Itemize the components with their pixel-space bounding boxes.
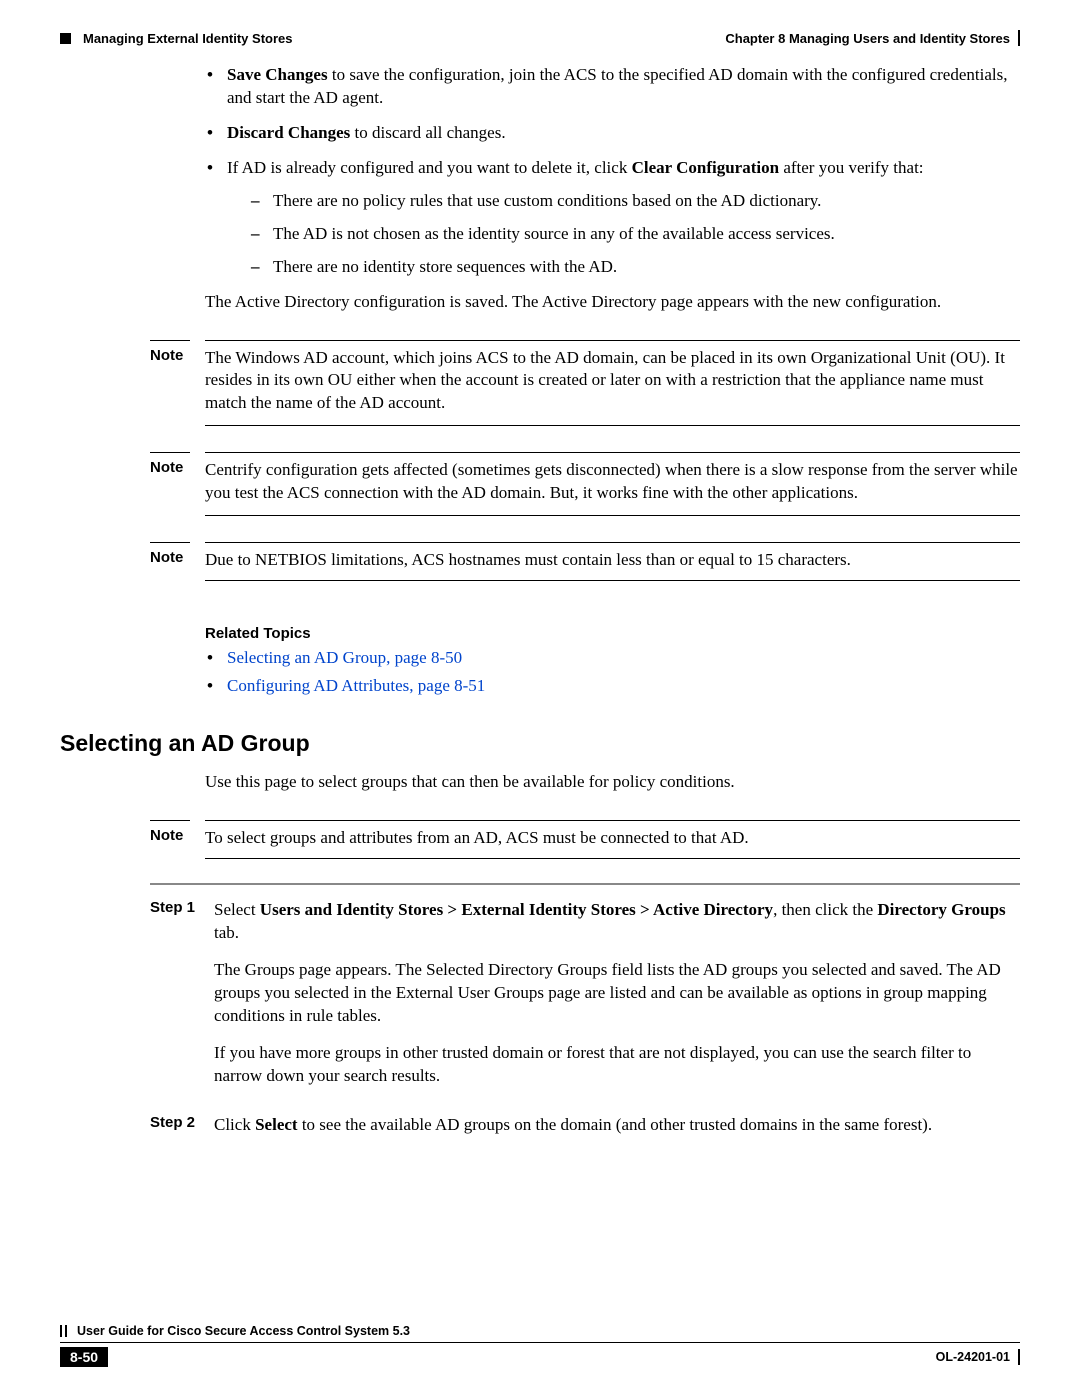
note-4: Note To select groups and attributes fro…	[150, 820, 1020, 859]
note-4-label-col: Note	[150, 820, 205, 859]
note-1-body: The Windows AD account, which joins ACS …	[205, 340, 1020, 427]
bullet-discard-rest: to discard all changes.	[350, 123, 505, 142]
main-content: Save Changes to save the configuration, …	[205, 64, 1020, 314]
s1-pre: Select	[214, 900, 260, 919]
s1-bold1: Users and Identity Stores > External Ide…	[260, 900, 773, 919]
note-3: Note Due to NETBIOS limitations, ACS hos…	[150, 542, 1020, 581]
step-2-label: Step 2	[150, 1114, 214, 1151]
s1-post: tab.	[214, 923, 239, 942]
footer-bar-icon	[1018, 1349, 1020, 1365]
step-1: Step 1 Select Users and Identity Stores …	[150, 899, 1020, 1102]
step-2: Step 2 Click Select to see the available…	[150, 1114, 1020, 1151]
section-body: Use this page to select groups that can …	[205, 771, 1020, 794]
bullet-clear-bold: Clear Configuration	[632, 158, 780, 177]
note-2-body: Centrify configuration gets affected (so…	[205, 452, 1020, 516]
note-1-label-col: Note	[150, 340, 205, 427]
s2-pre: Click	[214, 1115, 255, 1134]
step-1-label: Step 1	[150, 899, 214, 1102]
section-title: Selecting an AD Group	[60, 730, 1020, 757]
bullet-save: Save Changes to save the configuration, …	[205, 64, 1020, 110]
page-number: 8-50	[60, 1347, 108, 1367]
bullet-save-bold: Save Changes	[227, 65, 328, 84]
bullet-clear: If AD is already configured and you want…	[205, 157, 1020, 279]
s2-bold: Select	[255, 1115, 297, 1134]
step-1-p2: The Groups page appears. The Selected Di…	[214, 959, 1020, 1028]
clear-sublist: There are no policy rules that use custo…	[251, 190, 1020, 279]
s1-bold2: Directory Groups	[877, 900, 1005, 919]
header-right: Chapter 8 Managing Users and Identity St…	[725, 30, 1020, 46]
related-block: Related Topics Selecting an AD Group, pa…	[205, 625, 1020, 696]
related-link-2-item: Configuring AD Attributes, page 8-51	[205, 676, 1020, 696]
header-chapter: Chapter 8 Managing Users and Identity St…	[725, 31, 1010, 46]
bullet-discard: Discard Changes to discard all changes.	[205, 122, 1020, 145]
step-2-body: Click Select to see the available AD gro…	[214, 1114, 1020, 1151]
note-2: Note Centrify configuration gets affecte…	[150, 452, 1020, 516]
bullet-discard-bold: Discard Changes	[227, 123, 350, 142]
note-3-body: Due to NETBIOS limitations, ACS hostname…	[205, 542, 1020, 581]
s2-post: to see the available AD groups on the do…	[298, 1115, 933, 1134]
step-1-p3: If you have more groups in other trusted…	[214, 1042, 1020, 1088]
step-1-body: Select Users and Identity Stores > Exter…	[214, 899, 1020, 1102]
bullet-save-rest: to save the configuration, join the ACS …	[227, 65, 1007, 107]
sub-3: There are no identity store sequences wi…	[251, 256, 1020, 279]
footer-doc: OL-24201-01	[936, 1350, 1010, 1364]
page-footer: User Guide for Cisco Secure Access Contr…	[60, 1324, 1020, 1367]
section-intro: Use this page to select groups that can …	[205, 771, 1020, 794]
footer-guide: User Guide for Cisco Secure Access Contr…	[77, 1324, 410, 1338]
para-saved: The Active Directory configuration is sa…	[205, 291, 1020, 314]
footer-line2: 8-50 OL-24201-01	[60, 1343, 1020, 1367]
step-1-p1: Select Users and Identity Stores > Exter…	[214, 899, 1020, 945]
note-1: Note The Windows AD account, which joins…	[150, 340, 1020, 427]
note-2-label: Note	[150, 452, 190, 476]
related-links: Selecting an AD Group, page 8-50 Configu…	[205, 648, 1020, 696]
sub-2: The AD is not chosen as the identity sou…	[251, 223, 1020, 246]
note-2-label-col: Note	[150, 452, 205, 516]
header-bar-icon	[1018, 30, 1020, 46]
related-link-2[interactable]: Configuring AD Attributes, page 8-51	[227, 676, 485, 695]
s1-mid: , then click the	[773, 900, 877, 919]
bullet-clear-post: after you verify that:	[779, 158, 923, 177]
step-2-p1: Click Select to see the available AD gro…	[214, 1114, 1020, 1137]
header-left: Managing External Identity Stores	[60, 31, 293, 46]
footer-ticks-icon	[60, 1325, 67, 1337]
note-4-body: To select groups and attributes from an …	[205, 820, 1020, 859]
action-bullets: Save Changes to save the configuration, …	[205, 64, 1020, 279]
page-header: Managing External Identity Stores Chapte…	[60, 30, 1020, 46]
header-section: Managing External Identity Stores	[83, 31, 293, 46]
header-square-icon	[60, 33, 71, 44]
related-link-1-item: Selecting an AD Group, page 8-50	[205, 648, 1020, 668]
note-4-label: Note	[150, 820, 190, 844]
note-3-label-col: Note	[150, 542, 205, 581]
sub-1: There are no policy rules that use custo…	[251, 190, 1020, 213]
related-heading: Related Topics	[205, 625, 1020, 642]
page: Managing External Identity Stores Chapte…	[0, 0, 1080, 1397]
bullet-clear-pre: If AD is already configured and you want…	[227, 158, 632, 177]
related-link-1[interactable]: Selecting an AD Group, page 8-50	[227, 648, 462, 667]
note-3-label: Note	[150, 542, 190, 566]
note-1-label: Note	[150, 340, 190, 364]
steps: Step 1 Select Users and Identity Stores …	[150, 883, 1020, 1151]
footer-line1: User Guide for Cisco Secure Access Contr…	[60, 1324, 1020, 1343]
step-divider	[150, 883, 1020, 885]
